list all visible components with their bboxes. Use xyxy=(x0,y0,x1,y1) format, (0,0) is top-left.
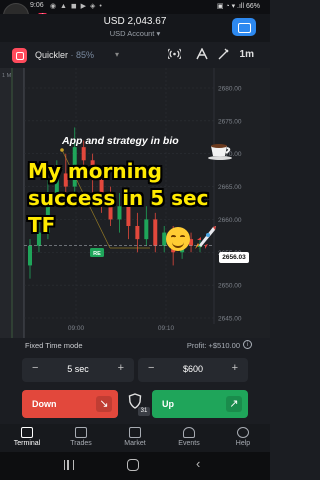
y-tick-label: 2645.00 xyxy=(218,316,242,323)
system-nav-bar: ‹ xyxy=(0,452,270,480)
asset-name: Quickler xyxy=(35,50,69,60)
smile-icon xyxy=(166,227,190,251)
asset-selector[interactable]: Quickler · 85% xyxy=(35,50,94,60)
market-icon xyxy=(129,427,141,438)
tab-events[interactable]: Events xyxy=(162,424,216,452)
recents-icon[interactable] xyxy=(64,460,74,470)
status-icons: ◉ ▲ ◼ ▶ ◈ • xyxy=(50,3,103,10)
down-label: Down xyxy=(32,399,57,409)
tab-label: Terminal xyxy=(13,440,41,447)
bottom-tab-bar: Terminal Trades Market Events Help xyxy=(0,424,270,452)
asset-row: Quickler · 85% ▾ 1m xyxy=(0,42,270,68)
home-icon[interactable] xyxy=(127,459,139,471)
account-type-label: USD Account xyxy=(109,29,155,38)
terminal-icon xyxy=(21,427,33,438)
info-icon[interactable]: i xyxy=(243,340,252,349)
current-price-tag: 2656.03 xyxy=(219,252,249,263)
tab-label: Market xyxy=(124,440,146,447)
mode-row: Fixed Time mode Profit: +$510.00 i xyxy=(0,338,270,352)
trade-point xyxy=(60,148,64,152)
amount-plus-button[interactable]: + xyxy=(232,362,238,374)
tab-trades[interactable]: Trades xyxy=(54,424,108,452)
status-time: 9:06 xyxy=(30,2,44,9)
up-label: Up xyxy=(162,399,174,409)
drawing-icon[interactable] xyxy=(218,48,229,63)
tab-help[interactable]: Help xyxy=(216,424,270,452)
overlay-caption: App and strategy in bio xyxy=(62,135,179,147)
chevron-down-icon: ▾ xyxy=(156,29,161,38)
duration-stepper: − 5 sec + xyxy=(22,358,134,382)
events-icon xyxy=(183,427,195,438)
asset-payout: · 85% xyxy=(70,50,95,60)
tab-market[interactable]: Market xyxy=(108,424,162,452)
x-tick-label: 09:10 xyxy=(158,325,175,332)
duration-plus-button[interactable]: + xyxy=(118,362,124,374)
indicator-icon[interactable] xyxy=(196,47,208,63)
chart-marker-label: 1 M xyxy=(2,73,12,79)
signal-icon[interactable] xyxy=(166,48,183,62)
timeframe-button[interactable]: 1m xyxy=(240,49,254,60)
wallet-button[interactable] xyxy=(232,18,256,36)
up-button[interactable]: Up ↗ xyxy=(152,390,248,418)
tab-terminal[interactable]: Terminal xyxy=(0,424,54,452)
chevron-down-icon[interactable]: ▾ xyxy=(115,50,119,59)
battery-status: ▣ ◔ ▾ .ıll 66% xyxy=(216,3,260,10)
x-tick-label: 09:00 xyxy=(68,325,85,332)
trade-mode-label[interactable]: Fixed Time mode xyxy=(25,341,83,350)
back-icon[interactable]: ‹ xyxy=(196,456,200,471)
candle-body xyxy=(28,245,32,266)
account-balance: USD 2,043.67 xyxy=(103,16,167,27)
account-type[interactable]: USD Account ▾ xyxy=(0,29,270,38)
shield-count-badge: 31 xyxy=(138,407,150,416)
tab-label: Help xyxy=(235,440,251,447)
y-tick-label: 2680.00 xyxy=(218,86,242,93)
arrow-up-right-icon: ↗ xyxy=(226,396,242,412)
down-button[interactable]: Down ↘ xyxy=(22,390,118,418)
smile-eye xyxy=(180,235,185,238)
smile-eye xyxy=(171,235,176,238)
arrow-down-right-icon: ↘ xyxy=(96,396,112,412)
trade-badge-label: RE xyxy=(93,251,101,257)
help-icon xyxy=(237,427,249,438)
coffee-icon xyxy=(208,144,232,160)
rocket-icon xyxy=(195,226,216,250)
y-tick-label: 2675.00 xyxy=(218,118,242,125)
tab-label: Events xyxy=(178,440,200,447)
y-tick-label: 2650.00 xyxy=(218,283,242,290)
amount-stepper: − $600 + xyxy=(138,358,248,382)
account-header[interactable]: USD 2,043.67 USD Account ▾ xyxy=(0,14,270,42)
trades-icon xyxy=(75,427,87,438)
status-bar: 9:06 ◉ ▲ ◼ ▶ ◈ • ▣ ◔ ▾ .ıll 66% xyxy=(0,0,270,14)
asset-logo-icon[interactable] xyxy=(12,48,27,63)
tab-label: Trades xyxy=(70,440,92,447)
profit-label: Profit: +$510.00 xyxy=(186,341,240,350)
